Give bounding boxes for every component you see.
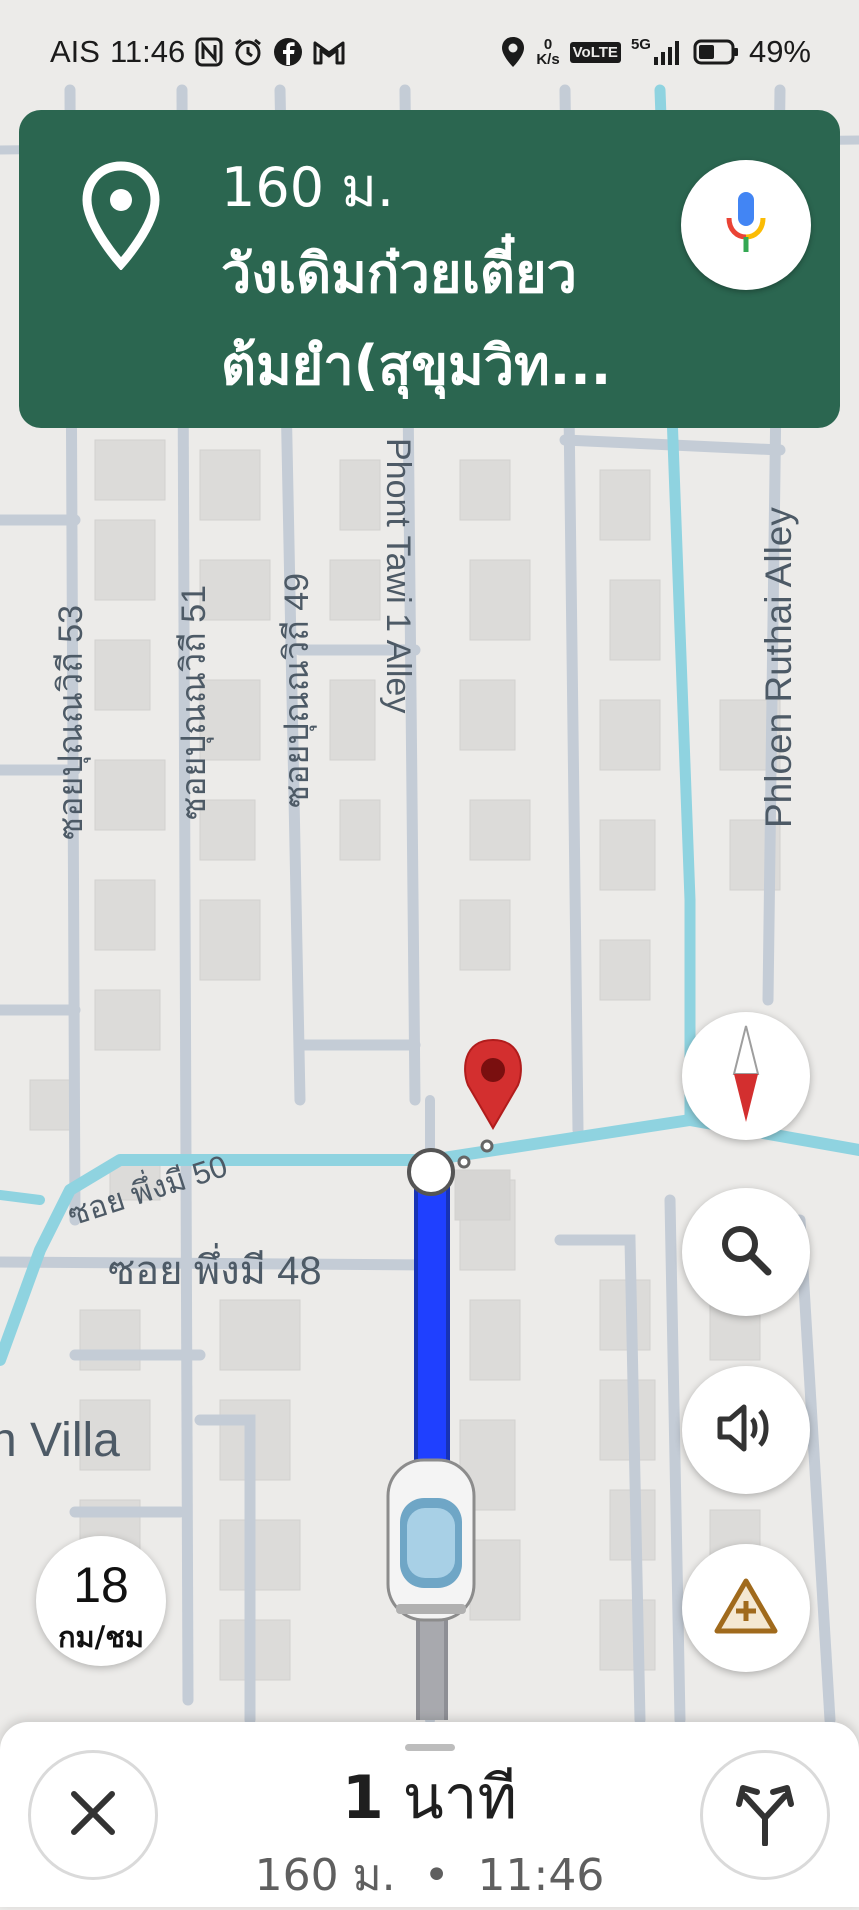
area-label: n Villa (0, 1414, 120, 1467)
speedometer: 18 กม/ชม (36, 1536, 166, 1666)
carrier-label: AIS (50, 34, 100, 69)
volume-icon (716, 1401, 776, 1459)
street-label: Phloen Ruthai Alley (758, 507, 799, 828)
street-label: ซอยปุณณวิถี 53 (52, 605, 91, 840)
gmail-icon (313, 39, 345, 65)
search-icon (718, 1222, 774, 1282)
street-label: ซอย พึ่งมี 48 (108, 1243, 322, 1293)
arrival-time: 11:46 (477, 1850, 605, 1901)
vehicle-icon (386, 1458, 476, 1622)
alarm-icon (233, 37, 263, 67)
battery-percent: 49% (748, 34, 811, 69)
status-bar: AIS 11:46 0 K/s VoLTE 5G 49% (0, 0, 859, 104)
voice-search-button[interactable] (681, 160, 811, 290)
maneuver-distance: 160 ม. (221, 156, 394, 219)
report-incident-icon (713, 1577, 779, 1639)
street-label: ซอยปุณณวิถี 49 (278, 573, 317, 808)
destination-name: วังเดิมก๋วยเตี๋ยวต้มยำ(สุขุมวิท... (221, 242, 612, 397)
speed-unit: กม/ชม (57, 1620, 145, 1654)
street-label: ซอยปุณณวิถี 51 (175, 585, 214, 820)
network-speed-icon: 0 K/s (536, 36, 560, 68)
trip-summary-panel[interactable]: 1 นาที 160 ม. • 11:46 (0, 1722, 859, 1907)
nfc-icon (195, 37, 223, 67)
location-icon (500, 36, 526, 68)
street-label: Phont Tawi 1 Alley (379, 438, 417, 713)
clock: 11:46 (109, 34, 186, 69)
signal-5g-icon: 5G (631, 36, 683, 65)
speed-value: 18 (73, 1557, 129, 1613)
volte-icon: VoLTE (569, 41, 621, 63)
remaining-distance: 160 ม. (254, 1850, 396, 1901)
destination-pin-icon (79, 160, 163, 274)
navigation-instruction-card[interactable]: 160 ม. วังเดิมก๋วยเตี๋ยวต้มยำ(สุขุมวิท..… (19, 110, 840, 428)
battery-icon (693, 39, 739, 65)
route-split-icon (735, 1780, 795, 1850)
microphone-icon (721, 188, 771, 262)
volume-button[interactable] (682, 1366, 810, 1494)
compass-icon (726, 1024, 766, 1128)
report-incident-button[interactable] (682, 1544, 810, 1672)
facebook-icon (273, 37, 303, 67)
search-button[interactable] (682, 1188, 810, 1316)
compass-button[interactable] (682, 1012, 810, 1140)
route-end-marker (407, 1148, 455, 1196)
alternate-routes-button[interactable] (700, 1750, 830, 1880)
